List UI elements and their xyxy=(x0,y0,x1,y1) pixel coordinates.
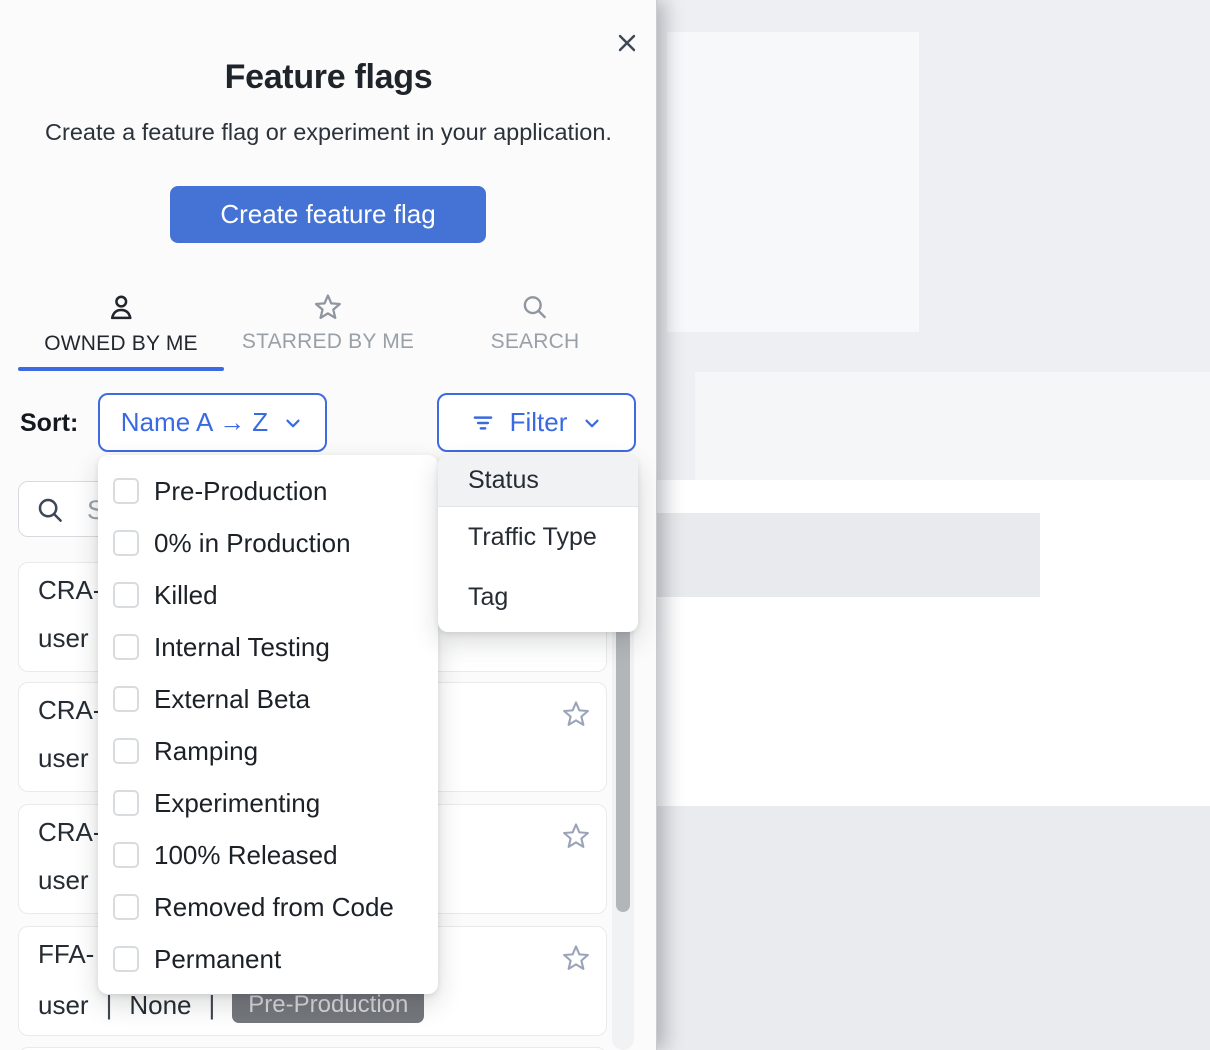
dropdown-option-removed-from-code[interactable]: Removed from Code xyxy=(98,881,438,933)
feature-flags-panel: Feature flags Create a feature flag or e… xyxy=(0,0,657,1050)
chevron-down-icon xyxy=(581,412,603,434)
option-label: External Beta xyxy=(154,684,310,715)
active-tab-underline xyxy=(18,367,224,371)
checkbox[interactable] xyxy=(113,946,139,972)
tab-label: OWNED BY ME xyxy=(44,332,198,356)
background-placeholder-bar xyxy=(657,513,1040,597)
checkbox[interactable] xyxy=(113,790,139,816)
search-icon xyxy=(520,292,550,322)
scrollbar-thumb[interactable] xyxy=(616,600,630,912)
status-filter-dropdown: Pre-Production 0% in Production Killed I… xyxy=(98,455,438,994)
checkbox[interactable] xyxy=(113,634,139,660)
option-label: Ramping xyxy=(154,736,258,767)
star-icon[interactable] xyxy=(561,699,591,729)
star-icon[interactable] xyxy=(561,943,591,973)
tab-search[interactable]: SEARCH xyxy=(491,292,580,354)
background-placeholder-block xyxy=(667,32,919,332)
checkbox[interactable] xyxy=(113,478,139,504)
tab-label: SEARCH xyxy=(491,330,580,354)
tab-label: STARRED BY ME xyxy=(242,330,414,354)
background-placeholder-section xyxy=(657,806,1210,1050)
filter-label: Filter xyxy=(510,407,568,438)
option-label: 100% Released xyxy=(154,840,338,871)
sort-select[interactable]: Name A → Z xyxy=(98,393,327,452)
background-placeholder-band xyxy=(695,372,1210,480)
person-icon xyxy=(105,292,137,324)
search-icon xyxy=(35,495,65,525)
dropdown-option-100-released[interactable]: 100% Released xyxy=(98,829,438,881)
option-label: 0% in Production xyxy=(154,528,351,559)
option-label: Killed xyxy=(154,580,218,611)
filter-menu-item-status[interactable]: Status xyxy=(438,455,638,507)
dropdown-option-permanent[interactable]: Permanent xyxy=(98,933,438,985)
checkbox[interactable] xyxy=(113,530,139,556)
filter-icon xyxy=(470,410,496,436)
create-feature-flag-button[interactable]: Create feature flag xyxy=(170,186,486,243)
filter-menu: Status Traffic Type Tag xyxy=(438,455,638,632)
option-label: Pre-Production xyxy=(154,476,327,507)
option-label: Permanent xyxy=(154,944,281,975)
dropdown-option-internal-testing[interactable]: Internal Testing xyxy=(98,621,438,673)
flag-name: CRA- xyxy=(38,817,102,848)
tab-starred-by-me[interactable]: STARRED BY ME xyxy=(242,292,414,354)
separator: | xyxy=(106,990,113,1021)
dropdown-option-ramping[interactable]: Ramping xyxy=(98,725,438,777)
star-icon xyxy=(313,292,343,322)
checkbox[interactable] xyxy=(113,738,139,764)
flag-traffic-type: user xyxy=(38,990,89,1021)
dropdown-option-external-beta[interactable]: External Beta xyxy=(98,673,438,725)
background-page xyxy=(657,0,1210,1050)
star-icon[interactable] xyxy=(561,821,591,851)
separator: | xyxy=(209,990,216,1021)
flag-tags: None xyxy=(129,990,191,1021)
dropdown-option-0-in-production[interactable]: 0% in Production xyxy=(98,517,438,569)
screen: Feature flags Create a feature flag or e… xyxy=(0,0,1210,1050)
dropdown-option-experimenting[interactable]: Experimenting xyxy=(98,777,438,829)
flag-meta: user xyxy=(38,623,89,654)
option-label: Internal Testing xyxy=(154,632,330,663)
filter-button[interactable]: Filter xyxy=(437,393,636,452)
flag-name: FFA- xyxy=(38,939,94,970)
filter-menu-item-traffic-type[interactable]: Traffic Type xyxy=(438,507,638,567)
page-title: Feature flags xyxy=(0,58,657,97)
flag-name: CRA- xyxy=(38,695,102,726)
sort-value: Name A → Z xyxy=(121,407,268,438)
filter-menu-item-tag[interactable]: Tag xyxy=(438,567,638,627)
flag-name: CRA- xyxy=(38,575,102,606)
checkbox[interactable] xyxy=(113,582,139,608)
checkbox[interactable] xyxy=(113,686,139,712)
option-label: Experimenting xyxy=(154,788,320,819)
sort-label: Sort: xyxy=(20,409,78,438)
dropdown-option-killed[interactable]: Killed xyxy=(98,569,438,621)
tab-owned-by-me[interactable]: OWNED BY ME xyxy=(44,292,198,356)
flag-meta: user xyxy=(38,743,89,774)
close-icon[interactable] xyxy=(614,28,644,58)
dropdown-option-pre-production[interactable]: Pre-Production xyxy=(98,465,438,517)
option-label: Removed from Code xyxy=(154,892,394,923)
flag-meta: user xyxy=(38,865,89,896)
checkbox[interactable] xyxy=(113,894,139,920)
chevron-down-icon xyxy=(282,412,304,434)
checkbox[interactable] xyxy=(113,842,139,868)
page-subtitle: Create a feature flag or experiment in y… xyxy=(0,119,657,146)
